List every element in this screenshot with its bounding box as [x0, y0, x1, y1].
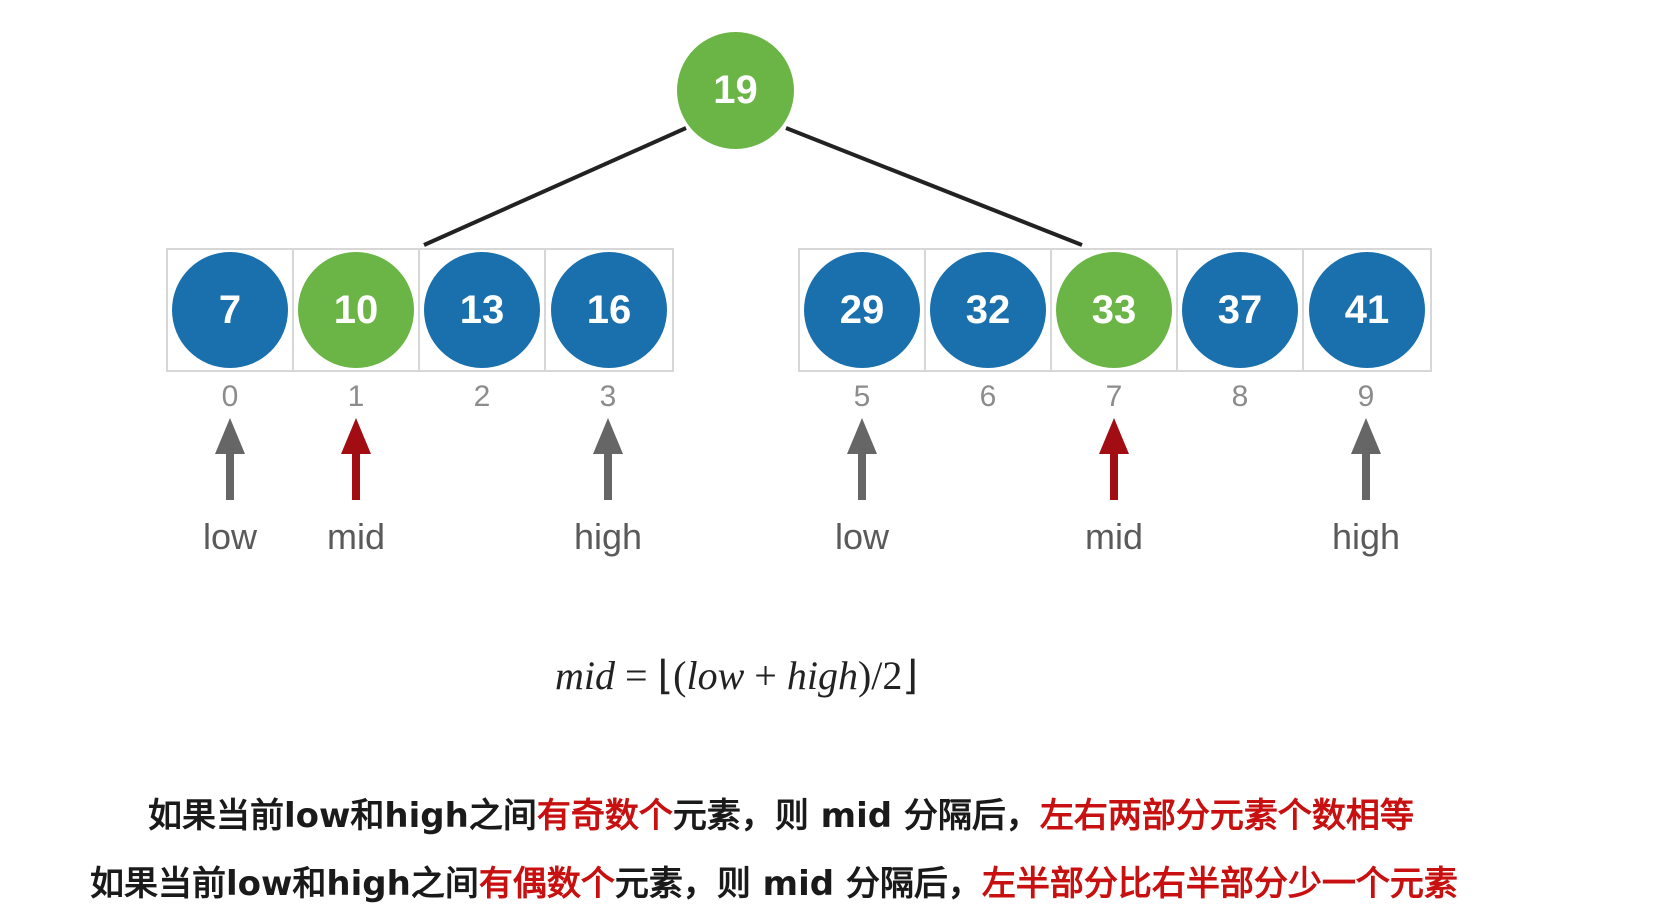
pointer-label-low: low — [834, 516, 890, 557]
index-label: 6 — [979, 380, 997, 413]
desc-highlight: 左半部分比右半部分少一个元素 — [981, 864, 1458, 904]
desc-text: 如果当前low和high之间 — [90, 864, 479, 904]
formula-close: )/2⌋ — [857, 653, 919, 698]
array-cell: 29 — [800, 250, 926, 370]
node-circle: 32 — [930, 252, 1046, 368]
low-pointer-arrow-icon — [847, 418, 877, 500]
index-label: 8 — [1231, 380, 1249, 413]
array-cell: 41 — [1304, 250, 1430, 370]
pointer-label-high: high — [1331, 516, 1401, 557]
high-pointer-arrow-icon — [1351, 418, 1381, 500]
tree-edges — [423, 126, 1083, 247]
node-circle: 29 — [804, 252, 920, 368]
formula-lhs: mid — [555, 653, 615, 698]
mid-node-circle: 10 — [298, 252, 414, 368]
index-label: 9 — [1357, 380, 1375, 413]
node-circle: 13 — [424, 252, 540, 368]
pointer-label-mid: mid — [1084, 516, 1143, 557]
formula-plus: + — [754, 653, 777, 698]
root-node: 19 — [677, 32, 794, 149]
description-odd: 如果当前low和high之间有奇数个元素，则 mid 分隔后，左右两部分元素个数… — [148, 788, 1414, 837]
desc-text: 元素，则 mid 分隔后， — [672, 796, 1040, 836]
index-label: 5 — [853, 380, 871, 413]
node-circle: 37 — [1182, 252, 1298, 368]
formula-open: ⌊( — [657, 653, 687, 698]
array-cell: 16 — [546, 250, 672, 370]
mid-pointer-arrow-icon — [1099, 418, 1129, 500]
pointer-label-mid: mid — [326, 516, 385, 557]
mid-node-circle: 33 — [1056, 252, 1172, 368]
right-subarray: 29 32 33 37 41 — [798, 248, 1432, 372]
desc-text: 如果当前low和high之间 — [148, 796, 537, 836]
description-even: 如果当前low和high之间有偶数个元素，则 mid 分隔后，左半部分比右半部分… — [90, 856, 1458, 905]
array-cell: 37 — [1178, 250, 1304, 370]
index-label: 1 — [347, 380, 365, 413]
formula-low: low — [686, 653, 745, 698]
binary-search-diagram: 19 7 10 13 16 29 32 33 37 41 0 1 2 3 5 6… — [0, 0, 1676, 910]
pointer-label-high: high — [573, 516, 643, 557]
mid-pointer-arrow-icon — [341, 418, 371, 500]
array-cell: 7 — [168, 250, 294, 370]
node-circle: 16 — [551, 252, 667, 368]
desc-highlight: 有奇数个 — [536, 796, 673, 836]
low-pointer-arrow-icon — [215, 418, 245, 500]
index-label: 0 — [221, 380, 239, 413]
formula-high: high — [786, 653, 858, 698]
index-label: 2 — [473, 380, 491, 413]
desc-text: 元素，则 mid 分隔后， — [614, 864, 982, 904]
edge-root-right — [785, 126, 1083, 247]
mid-formula: mid = ⌊(low + high)/2⌋ — [555, 652, 918, 699]
array-cell: 32 — [926, 250, 1052, 370]
edge-root-left — [423, 126, 687, 247]
array-cell: 33 — [1052, 250, 1178, 370]
pointer-label-low: low — [202, 516, 258, 557]
node-circle: 7 — [172, 252, 288, 368]
high-pointer-arrow-icon — [593, 418, 623, 500]
left-subarray: 7 10 13 16 — [166, 248, 674, 372]
desc-highlight: 有偶数个 — [478, 864, 615, 904]
array-cell: 10 — [294, 250, 420, 370]
array-cell: 13 — [420, 250, 546, 370]
index-label: 7 — [1105, 380, 1123, 413]
desc-highlight: 左右两部分元素个数相等 — [1039, 796, 1414, 836]
index-label: 3 — [599, 380, 617, 413]
formula-equals: = — [625, 653, 648, 698]
node-circle: 41 — [1309, 252, 1425, 368]
